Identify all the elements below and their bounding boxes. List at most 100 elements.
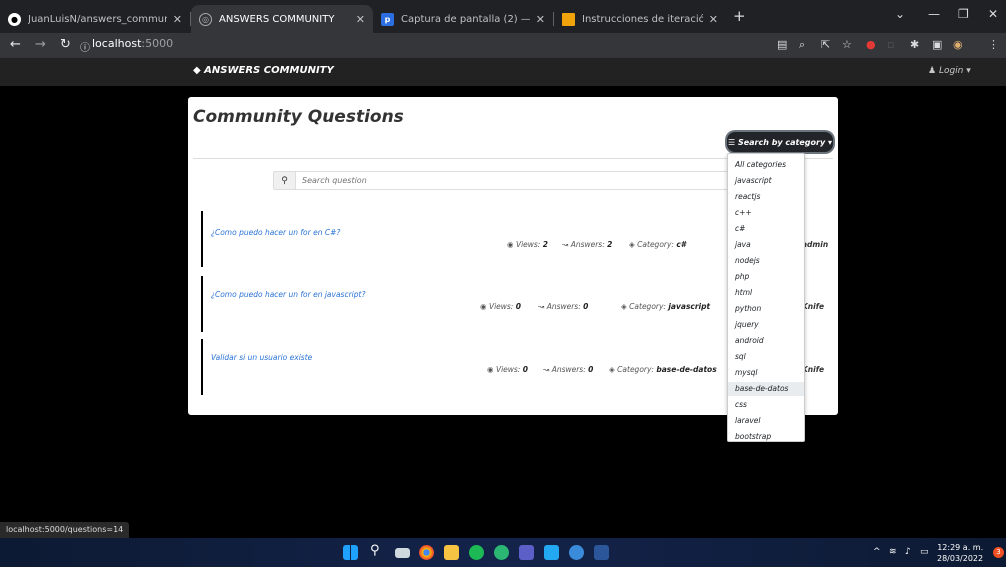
- translate-icon[interactable]: ▤: [777, 38, 787, 51]
- close-window-icon[interactable]: ✕: [988, 7, 998, 21]
- search-icon: ⚲: [274, 172, 296, 189]
- search-group: ⚲: [273, 171, 733, 190]
- category-item-mysql[interactable]: mysql: [728, 366, 804, 380]
- eye-icon: ◉: [480, 302, 487, 311]
- postimages-icon: p: [381, 12, 394, 26]
- tab-github[interactable]: ● JuanLuisN/answers_community ✕: [0, 5, 190, 33]
- notification-badge[interactable]: 3: [993, 547, 1004, 558]
- question-meta: ◉ Views: 0: [480, 302, 521, 311]
- category-item-cpp[interactable]: c++: [728, 206, 804, 220]
- reload-icon[interactable]: ↻: [60, 37, 71, 52]
- hs-app-icon[interactable]: [494, 545, 509, 560]
- question-meta: ◉ Views: 2: [507, 240, 548, 249]
- battery-icon[interactable]: ▭: [920, 547, 929, 557]
- windows-taskbar: ⚲ ^ ≋ ♪ ▭ 12:29 a. m. 28/03/2022 3: [0, 538, 1006, 567]
- question-author: Knife: [802, 365, 825, 374]
- zoom-icon[interactable]: ⌕: [799, 38, 805, 52]
- search-icon[interactable]: ⚲: [370, 543, 385, 558]
- teams-icon[interactable]: [519, 545, 534, 560]
- tags-icon: ◈: [629, 240, 635, 249]
- eye-icon: ◉: [487, 365, 494, 374]
- bookmark-star-icon[interactable]: ☆: [842, 38, 852, 51]
- info-icon[interactable]: ⓘ: [80, 39, 90, 54]
- tab-answers-community[interactable]: ◎ ANSWERS COMMUNITY ✕: [191, 5, 373, 33]
- taskbar-clock[interactable]: 12:29 a. m. 28/03/2022: [937, 542, 983, 564]
- chrome-icon[interactable]: [419, 545, 434, 560]
- question-meta: ◈ Category: c#: [629, 240, 687, 249]
- back-icon[interactable]: ←: [10, 37, 21, 52]
- tab-azure-devops[interactable]: Instrucciones de iteración: refere ✕: [554, 5, 726, 33]
- category-item-all[interactable]: All categories: [728, 158, 804, 172]
- new-tab-button[interactable]: +: [733, 7, 746, 25]
- question-meta: ↝ Answers: 0: [538, 302, 589, 311]
- search-by-category-button[interactable]: ☰ Search by category ▾: [727, 132, 833, 152]
- menu-kebab-icon[interactable]: ⋮: [988, 38, 999, 51]
- side-panel-icon[interactable]: ▣: [932, 38, 942, 51]
- close-icon[interactable]: ✕: [709, 13, 718, 26]
- tags-icon: ◈: [621, 302, 627, 311]
- boards-icon: [562, 12, 575, 26]
- volume-icon[interactable]: ♪: [905, 547, 911, 557]
- reply-icon: ↝: [543, 365, 550, 374]
- profile-avatar-icon[interactable]: ◉: [953, 38, 963, 51]
- caret-down-icon: ▾: [828, 137, 833, 147]
- category-item-android[interactable]: android: [728, 334, 804, 348]
- category-item-html[interactable]: html: [728, 286, 804, 300]
- app-navbar: ◆ ANSWERS COMMUNITY ♟ Login ▾: [0, 58, 1006, 86]
- windows-start-icon[interactable]: [343, 545, 358, 560]
- extensions-puzzle-icon[interactable]: ✱: [910, 38, 919, 51]
- category-item-javascript[interactable]: javascript: [728, 174, 804, 188]
- spotify-icon[interactable]: [469, 545, 484, 560]
- category-item-python[interactable]: python: [728, 302, 804, 316]
- page-title: Community Questions: [193, 107, 404, 127]
- category-item-laravel[interactable]: laravel: [728, 414, 804, 428]
- share-icon[interactable]: ⇱: [821, 38, 830, 51]
- search-input[interactable]: [296, 172, 732, 189]
- tab-postimages[interactable]: p Captura de pantalla (2) — Postim ✕: [373, 5, 553, 33]
- close-icon[interactable]: ✕: [536, 13, 545, 26]
- category-item-php[interactable]: php: [728, 270, 804, 284]
- category-item-csharp[interactable]: c#: [728, 222, 804, 236]
- forward-icon[interactable]: →: [35, 37, 46, 52]
- category-dropdown-menu: All categories javascript reactjs c++ c#…: [727, 153, 805, 442]
- wifi-icon[interactable]: ≋: [889, 547, 897, 557]
- extension-red-icon[interactable]: ●: [866, 38, 876, 51]
- category-item-jquery[interactable]: jquery: [728, 318, 804, 332]
- github-icon: ●: [8, 12, 21, 26]
- category-item-reactjs[interactable]: reactjs: [728, 190, 804, 204]
- word-icon[interactable]: [594, 545, 609, 560]
- category-item-css[interactable]: css: [728, 398, 804, 412]
- reply-icon: ↝: [538, 302, 545, 311]
- app-icon[interactable]: [569, 545, 584, 560]
- category-item-nodejs[interactable]: nodejs: [728, 254, 804, 268]
- question-meta: ◈ Category: base-de-datos: [609, 365, 717, 374]
- category-item-bootstrap[interactable]: bootstrap: [728, 430, 804, 444]
- file-explorer-icon[interactable]: [444, 545, 459, 560]
- address-bar[interactable]: localhost:5000: [92, 37, 173, 50]
- brand-link[interactable]: ◆ ANSWERS COMMUNITY: [193, 65, 334, 76]
- question-title-link[interactable]: ¿Como puedo hacer un for en javascript?: [211, 290, 365, 299]
- close-icon[interactable]: ✕: [356, 13, 365, 26]
- category-item-sql[interactable]: sql: [728, 350, 804, 364]
- question-meta: ◈ Category: javascript: [621, 302, 711, 311]
- restore-icon[interactable]: ❐: [958, 7, 969, 21]
- tags-icon: ◈: [609, 365, 615, 374]
- question-author: admin: [802, 240, 829, 249]
- category-item-base-de-datos[interactable]: base-de-datos: [728, 382, 804, 396]
- close-icon[interactable]: ✕: [173, 13, 182, 26]
- minimize-icon[interactable]: —: [928, 7, 940, 21]
- question-meta: ◉ Views: 0: [487, 365, 528, 374]
- browser-tab-bar: ● JuanLuisN/answers_community ✕ ◎ ANSWER…: [0, 0, 1006, 33]
- category-item-java[interactable]: java: [728, 238, 804, 252]
- extension-icon[interactable]: ▫: [887, 38, 894, 51]
- task-view-icon[interactable]: [395, 548, 410, 558]
- question-title-link[interactable]: ¿Como puedo hacer un for en C#?: [211, 228, 340, 237]
- login-dropdown[interactable]: ♟ Login ▾: [928, 66, 971, 76]
- tray-chevron-icon[interactable]: ^: [873, 547, 881, 557]
- user-icon: ♟: [928, 66, 937, 76]
- tab-search-icon[interactable]: ⌄: [895, 7, 905, 21]
- globe-icon: ◎: [199, 12, 212, 26]
- question-title-link[interactable]: Validar si un usuario existe: [211, 353, 312, 362]
- vscode-icon[interactable]: [544, 545, 559, 560]
- question-meta: ↝ Answers: 0: [543, 365, 594, 374]
